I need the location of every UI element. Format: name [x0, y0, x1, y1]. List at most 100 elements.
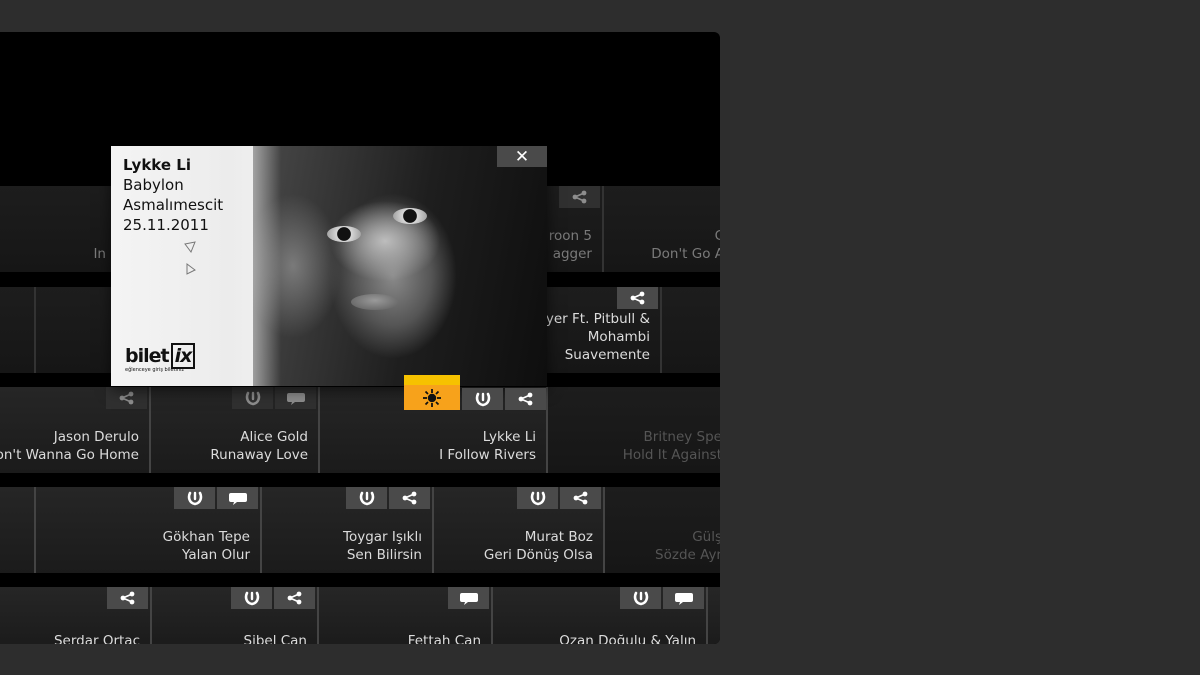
comment-button[interactable] — [275, 387, 316, 409]
share-button[interactable] — [389, 487, 430, 509]
tile-song: on't Wanna Go Home — [0, 447, 139, 463]
tile-5-3[interactable]: Fettah Can — [319, 587, 493, 644]
tile-5-4[interactable]: Ozan Doğulu & Yalın — [493, 587, 708, 644]
tile-artist: Gökhan Tepe — [162, 529, 250, 545]
like-button[interactable] — [232, 387, 273, 409]
tile-song: I Follow Rivers — [439, 447, 536, 463]
tile-artist: Serdar Ortac — [53, 633, 140, 644]
tile-1-1[interactable]: In — [0, 186, 118, 272]
tile-actions — [106, 387, 147, 409]
tile-actions — [559, 186, 600, 208]
tile-artist: Ozan Doğulu & Yalın — [559, 633, 696, 644]
close-icon: ✕ — [514, 146, 530, 167]
event-info: Lykke Li Babylon Asmalımescit 25.11.2011 — [123, 155, 223, 235]
tile-song: Yalan Olur — [181, 547, 250, 563]
comment-button[interactable] — [448, 587, 489, 609]
tile-actions — [232, 387, 316, 409]
like-button[interactable] — [231, 587, 272, 609]
event-date: 25.11.2011 — [123, 216, 209, 234]
tile-2-1[interactable] — [0, 287, 36, 373]
tile-3-1[interactable]: Jason Derulo on't Wanna Go Home — [0, 387, 151, 473]
event-district: Asmalımescit — [123, 196, 224, 214]
tile-artist: Sibel Can — [243, 633, 308, 644]
tile-actions — [517, 487, 601, 509]
horseshoe-icon — [187, 491, 202, 505]
tile-4-3[interactable]: Toygar Işıklı Sen Bilirsin — [262, 487, 434, 573]
tile-song: Sen Bilirsin — [346, 547, 422, 563]
speech-bubble-icon — [286, 392, 305, 405]
tile-actions — [231, 587, 315, 609]
like-button[interactable] — [346, 487, 387, 509]
like-button[interactable] — [517, 487, 558, 509]
tile-actions — [174, 487, 258, 509]
tile-artist: Britney Spe — [643, 429, 720, 445]
close-button[interactable]: ✕ — [497, 146, 547, 167]
tile-2-4[interactable] — [662, 287, 720, 373]
speech-bubble-icon — [228, 492, 247, 505]
tile-row-3: Jason Derulo on't Wanna Go Home Alice Go… — [0, 387, 720, 473]
horseshoe-icon — [530, 491, 545, 505]
horseshoe-icon — [475, 392, 490, 406]
tile-actions — [617, 287, 658, 309]
tile-actions — [346, 487, 430, 509]
share-button[interactable] — [106, 387, 147, 409]
share-button[interactable] — [559, 186, 600, 208]
tile-artist: Alice Gold — [240, 429, 308, 445]
popup-actions — [404, 375, 546, 410]
tile-4-1[interactable] — [0, 487, 36, 573]
tile-song: agger — [552, 246, 592, 262]
share-icon — [572, 491, 589, 505]
tile-5-2[interactable]: Sibel Can — [152, 587, 319, 644]
tile-5-1[interactable]: Serdar Ortac — [0, 587, 152, 644]
buy-ticket-button[interactable] — [404, 375, 460, 410]
tile-song: Sözde Ayr — [655, 547, 720, 563]
tile-song: Suavemente — [564, 347, 650, 363]
photo-eye-left — [327, 226, 361, 242]
horseshoe-icon — [244, 591, 259, 605]
share-button[interactable] — [505, 388, 546, 410]
horseshoe-icon — [633, 591, 648, 605]
tile-title: In — [93, 246, 106, 262]
like-button[interactable] — [462, 388, 503, 410]
tile-artist-2: Mohambi — [587, 329, 650, 345]
share-icon — [629, 291, 646, 305]
share-icon — [401, 491, 418, 505]
comment-button[interactable] — [217, 487, 258, 509]
tile-3-2[interactable]: Alice Gold Runaway Love — [151, 387, 320, 473]
share-button[interactable] — [107, 587, 148, 609]
tile-4-4[interactable]: Murat Boz Geri Dönüş Olsa — [434, 487, 605, 573]
photo-eye-right — [393, 208, 427, 224]
tile-4-5[interactable]: Gülş Sözde Ayr — [605, 487, 720, 573]
comment-button[interactable] — [663, 587, 704, 609]
tile-artist: Murat Boz — [524, 529, 593, 545]
tile-artist: C — [714, 228, 720, 244]
like-button[interactable] — [174, 487, 215, 509]
tile-artist: Toygar Işıklı — [343, 529, 422, 545]
photo-lips — [351, 294, 399, 310]
tile-actions — [448, 587, 489, 609]
tile-3-4[interactable]: Britney Spe Hold It Against — [548, 387, 720, 473]
share-icon — [119, 591, 136, 605]
tile-1-3[interactable]: C Don't Go A — [604, 186, 720, 272]
share-button[interactable] — [617, 287, 658, 309]
tile-song: Geri Dönüş Olsa — [483, 547, 593, 563]
tile-row-5: Serdar Ortac Sibel Can Fettah Can Ozan D… — [0, 587, 720, 644]
tile-4-2[interactable]: Gökhan Tepe Yalan Olur — [36, 487, 262, 573]
tile-song: Runaway Love — [210, 447, 308, 463]
tile-artist: Lykke Li — [482, 429, 536, 445]
tile-5-5[interactable] — [708, 587, 720, 644]
event-popup: Lykke Li Babylon Asmalımescit 25.11.2011… — [111, 146, 547, 386]
biletix-logo[interactable]: bilet ix eğlenceye giriş biletiniz — [125, 343, 196, 373]
tile-artist: yer Ft. Pitbull & — [545, 311, 650, 327]
share-icon — [118, 391, 135, 405]
speech-bubble-icon — [674, 592, 693, 605]
doodle-decoration — [184, 241, 196, 275]
tile-artist: Fettah Can — [407, 633, 481, 644]
share-icon — [286, 591, 303, 605]
share-button[interactable] — [274, 587, 315, 609]
share-button[interactable] — [560, 487, 601, 509]
event-artist: Lykke Li — [123, 156, 191, 174]
like-button[interactable] — [620, 587, 661, 609]
sun-icon — [423, 388, 441, 407]
tile-artist: roon 5 — [548, 228, 592, 244]
